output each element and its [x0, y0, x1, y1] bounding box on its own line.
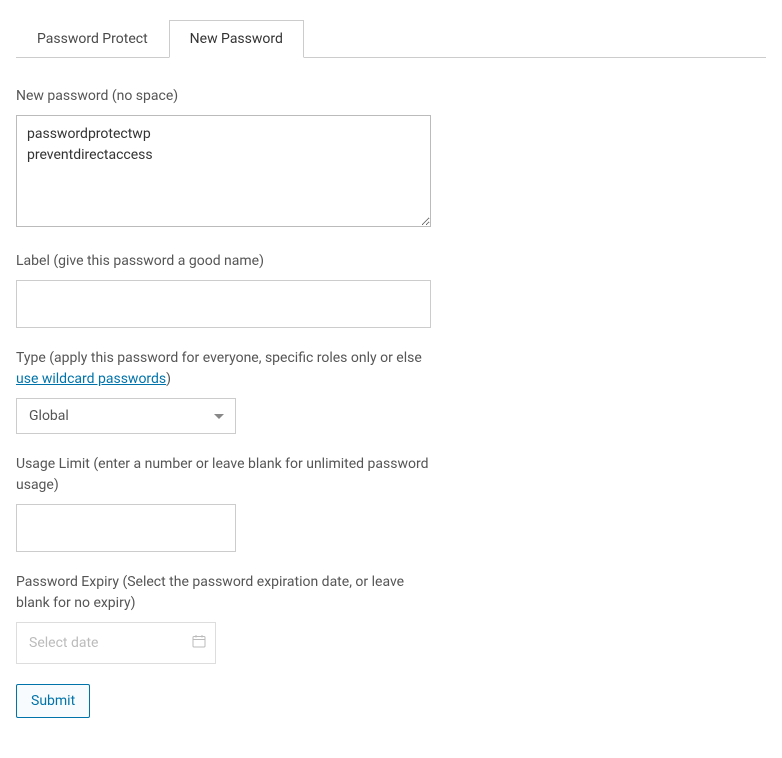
usage-limit-label: Usage Limit (enter a number or leave bla…	[16, 454, 436, 496]
expiry-group: Password Expiry (Select the password exp…	[16, 572, 766, 664]
usage-limit-group: Usage Limit (enter a number or leave bla…	[16, 454, 766, 552]
tabs-bar: Password Protect New Password	[16, 20, 766, 58]
type-group: Type (apply this password for everyone, …	[16, 348, 766, 434]
label-group: Label (give this password a good name)	[16, 251, 766, 328]
expiry-label: Password Expiry (Select the password exp…	[16, 572, 436, 614]
label-field-input[interactable]	[16, 280, 431, 328]
usage-limit-input[interactable]	[16, 504, 236, 552]
submit-group: Submit	[16, 684, 766, 718]
type-select-value: Global	[29, 408, 69, 424]
type-select-wrapper: Global	[16, 398, 236, 434]
new-password-label: New password (no space)	[16, 86, 436, 107]
new-password-input[interactable]: passwordprotectwp preventdirectaccess	[16, 115, 431, 227]
type-label-suffix: )	[166, 371, 171, 387]
date-wrapper	[16, 622, 216, 664]
expiry-date-input[interactable]	[16, 622, 216, 664]
tab-new-password[interactable]: New Password	[169, 20, 304, 58]
submit-button[interactable]: Submit	[16, 684, 90, 718]
type-label-prefix: Type (apply this password for everyone, …	[16, 350, 422, 366]
label-field-label: Label (give this password a good name)	[16, 251, 436, 272]
type-field-label: Type (apply this password for everyone, …	[16, 348, 436, 390]
new-password-group: New password (no space) passwordprotectw…	[16, 86, 766, 231]
tab-password-protect[interactable]: Password Protect	[16, 20, 169, 58]
type-select[interactable]: Global	[16, 398, 236, 434]
wildcard-passwords-link[interactable]: use wildcard passwords	[16, 371, 166, 387]
